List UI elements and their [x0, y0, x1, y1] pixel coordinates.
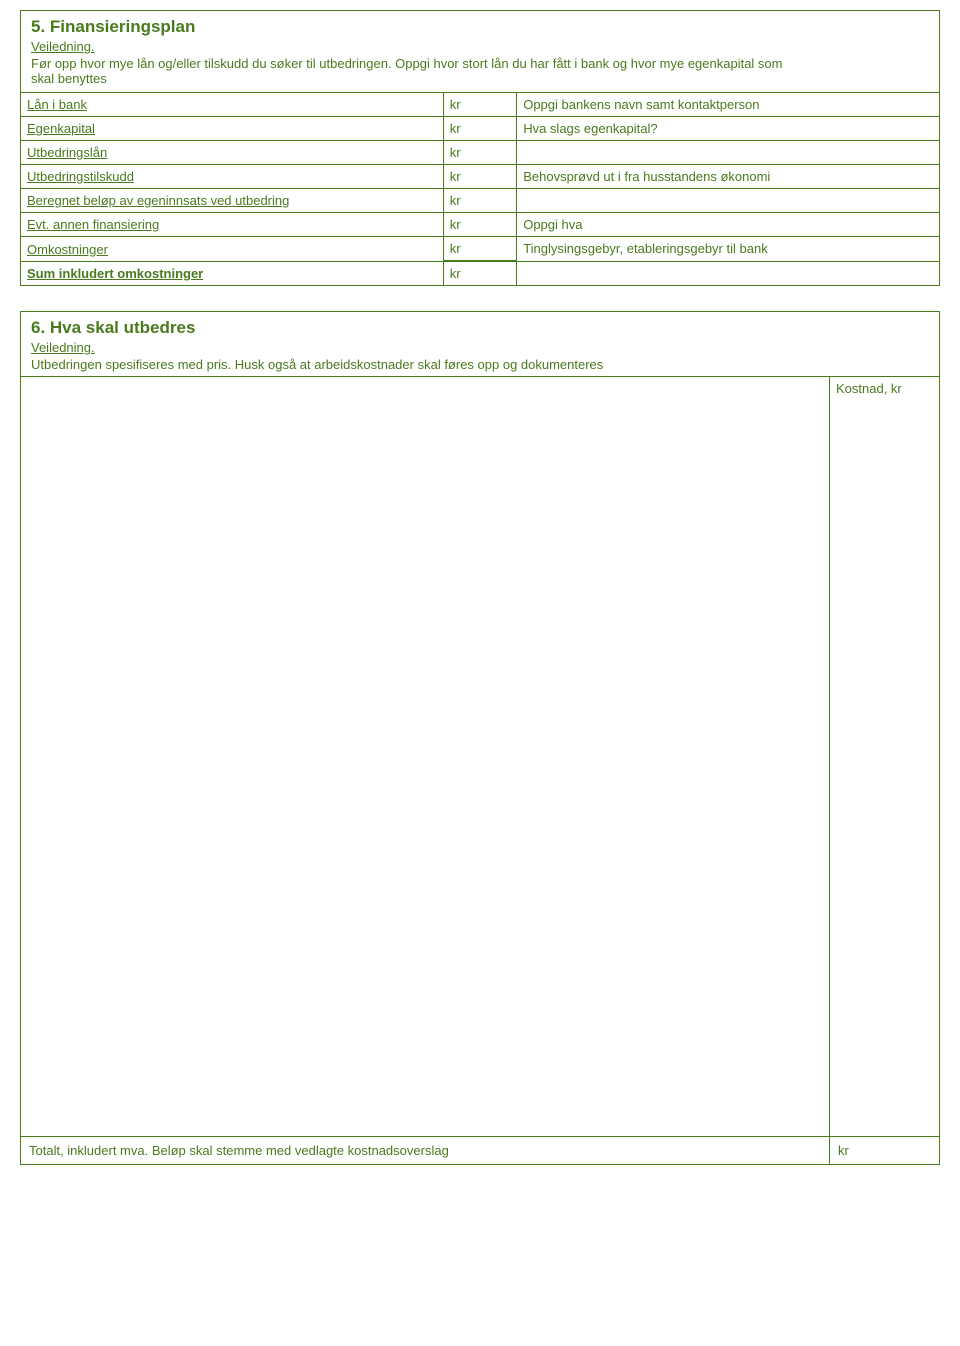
row-label-annen: Evt. annen finansiering	[21, 213, 443, 237]
section6-title: 6. Hva skal utbedres	[31, 318, 929, 338]
section5-header: 5. Finansieringsplan Veiledning.	[21, 11, 939, 56]
guidance-line-2: skal benyttes	[31, 71, 107, 86]
row-note-egenkapital: Hva slags egenkapital?	[517, 117, 939, 141]
row-note-utbedringslan	[517, 141, 939, 165]
row-note-utbedringstilskudd: Behovsprøvd ut i fra husstandens økonomi	[517, 165, 939, 189]
row-note-omkostninger: Tinglysingsgebyr, etableringsgebyr til b…	[517, 237, 939, 262]
section5-title: 5. Finansieringsplan	[31, 17, 929, 37]
section6-guidance-text: Utbedringen spesifiseres med pris. Husk …	[21, 357, 939, 376]
row-note-sum	[517, 261, 939, 285]
row-label-utbedringstilskudd: Utbedringstilskudd	[21, 165, 443, 189]
section6-footer-label: Totalt, inkludert mva. Beløp skal stemme…	[21, 1137, 829, 1164]
row-label-lan-i-bank: Lån i bank	[21, 93, 443, 117]
guidance-line-1: Før opp hvor mye lån og/eller tilskudd d…	[31, 56, 783, 71]
row-unit-annen[interactable]: kr	[443, 213, 516, 237]
row-unit-omkostninger[interactable]: kr	[443, 237, 516, 262]
section6-footer-unit[interactable]: kr	[829, 1137, 939, 1164]
kostnad-column-header: Kostnad, kr	[829, 377, 939, 1136]
row-note-egeninnsats	[517, 189, 939, 213]
section6-body[interactable]: Kostnad, kr	[21, 376, 939, 1136]
section6-header: 6. Hva skal utbedres Veiledning.	[21, 312, 939, 357]
financing-table: Lån i bank kr Oppgi bankens navn samt ko…	[21, 92, 939, 285]
row-unit-egeninnsats[interactable]: kr	[443, 189, 516, 213]
row-unit-utbedringstilskudd[interactable]: kr	[443, 165, 516, 189]
section5-guidance-label: Veiledning.	[31, 39, 929, 54]
row-label-omkostninger: Omkostninger	[21, 237, 443, 262]
row-unit-egenkapital[interactable]: kr	[443, 117, 516, 141]
row-label-utbedringslan: Utbedringslån	[21, 141, 443, 165]
section6-guidance-label: Veiledning.	[31, 340, 929, 355]
row-unit-utbedringslan[interactable]: kr	[443, 141, 516, 165]
row-label-sum: Sum inkludert omkostninger	[21, 261, 443, 285]
section-finansieringsplan: 5. Finansieringsplan Veiledning. Før opp…	[20, 10, 940, 286]
row-unit-sum[interactable]: kr	[443, 261, 516, 285]
section-hva-skal-utbedres: 6. Hva skal utbedres Veiledning. Utbedri…	[20, 311, 940, 1165]
section6-footer: Totalt, inkludert mva. Beløp skal stemme…	[21, 1136, 939, 1164]
row-note-bank: Oppgi bankens navn samt kontaktperson	[517, 93, 939, 117]
row-unit-lan-i-bank[interactable]: kr	[443, 93, 516, 117]
row-label-egenkapital: Egenkapital	[21, 117, 443, 141]
row-note-annen: Oppgi hva	[517, 213, 939, 237]
row-label-egeninnsats: Beregnet beløp av egeninnsats ved utbedr…	[21, 189, 443, 213]
section5-guidance-text: Før opp hvor mye lån og/eller tilskudd d…	[21, 56, 939, 92]
